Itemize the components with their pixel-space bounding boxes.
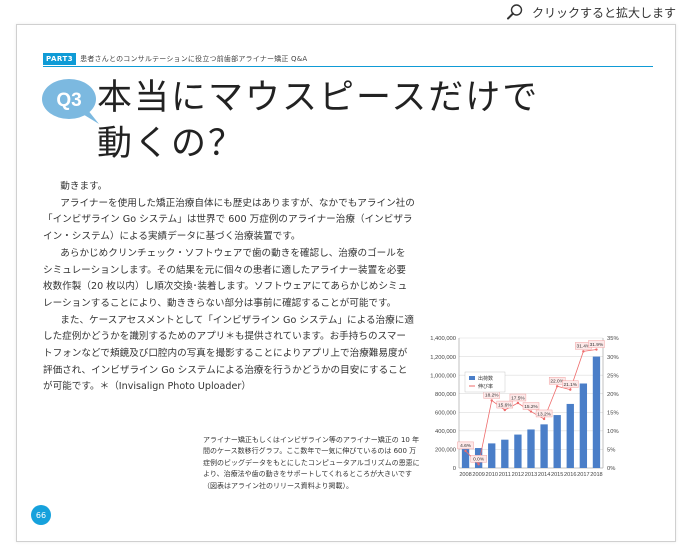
x-tick-label: 2012 [512,472,524,478]
y2-tick-label: 15% [607,410,619,416]
data-label: 0.0% [473,457,485,463]
line-point [569,388,572,391]
x-tick-label: 2014 [538,472,550,478]
top-bar: クリックすると拡大します [0,0,690,24]
line-point [542,417,546,421]
answer-text: 動きます。 アライナーを使用した矯正治療自体にも歴史はありますが、なかでもアライ… [43,179,415,396]
y-tick-label: 600,000 [435,410,456,416]
line-point [503,408,507,412]
x-tick-label: 2011 [499,472,511,478]
page-number: 66 [31,505,51,525]
bar [527,429,535,468]
zoom-label: クリックすると拡大します [531,5,676,20]
y-tick-label: 0 [453,466,456,472]
book-page[interactable]: PART3 患者さんとのコンサルテーションに役立つ前歯部アライナー矯正 Q&A … [16,24,676,542]
y2-tick-label: 20% [607,392,619,398]
data-label: 13.2% [537,411,551,417]
chart-svg: 0 200,000 400,000 600,000 800,000 1,000,000 1,… [430,336,619,478]
x-tick-label: 2018 [590,472,602,478]
bar [592,356,601,468]
data-label: 4.6% [460,443,472,449]
bar [488,443,496,468]
y2-tick-label: 0% [607,466,615,472]
line-point [582,350,585,353]
x-tick-label: 2017 [577,472,589,478]
question-bubble: Q3 [42,79,99,124]
bar [566,403,574,468]
case-growth-chart: 0 200,000 400,000 600,000 800,000 1,000,000 1,… [397,330,637,490]
legend-swatch-bar [469,376,475,380]
data-label: 18.2% [485,393,499,399]
x-tick-label: 2008 [459,472,471,478]
zoom-button[interactable]: クリックすると拡大します [506,3,676,21]
question-title-line2: 動くの？ [97,124,246,164]
y2-tick-label: 30% [607,355,619,361]
part-badge: PART3 [43,53,77,65]
magnifier-icon [506,4,523,20]
answer-paragraph: また、ケースアセスメントとして「インビザライン Go システム」による治療に適し… [43,314,414,393]
bar [553,415,561,468]
chart-caption: アライナー矯正もしくはインビザライン等のアライナー矯正の 10 年間のケース数移… [203,436,420,490]
legend-label: 伸び率 [478,383,493,390]
line-point [529,410,533,413]
data-label: 15.6% [498,402,512,408]
legend-label: 出荷数 [478,375,493,382]
y2-tick-label: 25% [607,373,619,379]
bar [501,439,509,468]
y-tick-label: 200,000 [435,448,456,454]
x-tick-label: 2013 [525,472,537,478]
header-divider [43,66,653,67]
bar [540,424,548,468]
data-label: 31.9% [590,342,604,348]
question-title-line1: 本当にマウスピースだけで [97,78,540,118]
line-point [464,449,467,453]
x-tick-label: 2016 [564,472,576,478]
line-point [555,385,559,388]
y-tick-label: 1,000,000 [430,373,456,379]
y2-tick-label: 35% [607,336,619,342]
y-tick-label: 1,400,000 [430,336,456,342]
line-point [490,399,493,402]
x-tick-label: 2009 [472,472,484,478]
x-tick-label: 2010 [486,472,498,478]
y-tick-label: 400,000 [435,429,456,435]
line-point [595,348,598,351]
line-point [477,463,480,466]
answer-paragraph: 動きます。 [60,181,108,192]
data-label: 15.2% [524,404,538,410]
bar [579,383,588,468]
question-title: 本当にマウスピースだけで 動くの？ [97,75,617,167]
question-number: Q3 [56,90,81,111]
part-title: 患者さんとのコンサルテーションに役立つ前歯部アライナー矯正 Q&A [80,55,308,63]
answer-paragraph: あらかじめクリンチェック・ソフトウェアで歯の動きを確認し、治療のゴールをシミュレ… [43,247,408,309]
line-point [516,401,520,405]
x-tick-label: 2015 [551,472,563,478]
y2-tick-label: 5% [607,448,615,454]
bar [514,434,522,468]
y-tick-label: 1,200,000 [430,355,456,361]
y-tick-label: 800,000 [435,392,456,398]
data-label: 21.1% [563,382,577,388]
y2-tick-label: 10% [607,429,619,435]
part-header: PART3 患者さんとのコンサルテーションに役立つ前歯部アライナー矯正 Q&A [43,53,307,65]
data-label: 17.5% [511,395,525,401]
answer-paragraph: アライナーを使用した矯正治療自体にも歴史はありますが、なかでもアライン社の「イン… [43,197,415,243]
